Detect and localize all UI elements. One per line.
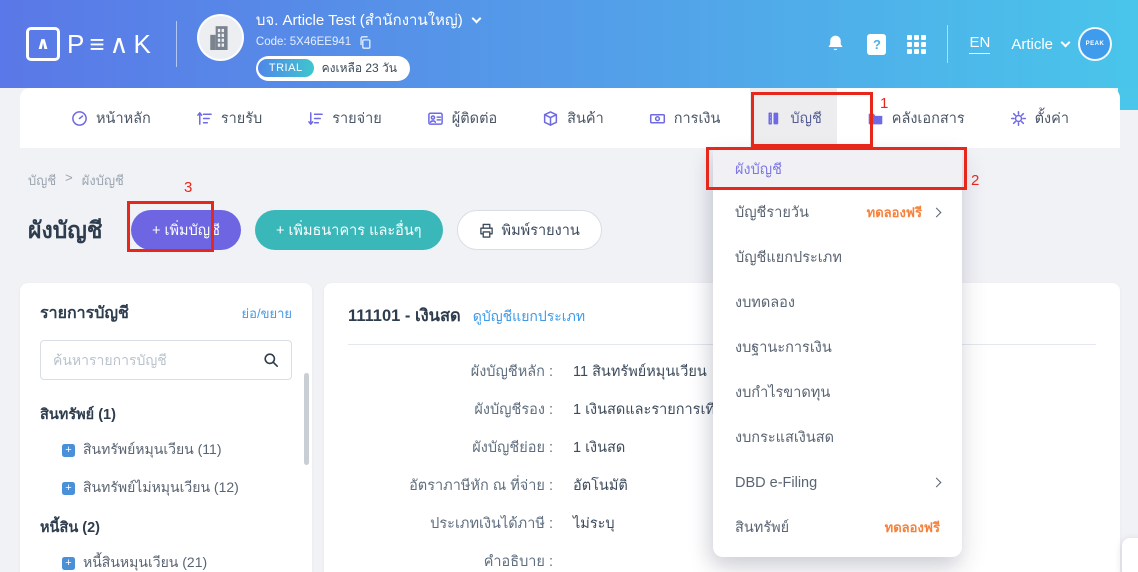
main-nav: หน้าหลัก รายรับ รายจ่าย ผู้ติดต่อ สินค้า… (20, 88, 1120, 148)
account-search-input[interactable] (53, 352, 255, 368)
annotation-number-3: 3 (184, 179, 193, 196)
nav-item-home[interactable]: หน้าหลัก (56, 88, 166, 148)
company-section: บจ. Article Test (สำนักงานใหญ่) Code: 5X… (196, 8, 482, 81)
apps-grid-icon[interactable] (907, 34, 927, 54)
free-trial-badge: ทดลองฟรี (884, 520, 940, 535)
account-search (40, 340, 292, 380)
menu-item-financial-position[interactable]: งบฐานะการเงิน (713, 325, 962, 370)
trial-badge: TRIAL คงเหลือ 23 วัน (255, 55, 410, 81)
header-divider (175, 21, 177, 67)
free-trial-badge: ทดลองฟรี (866, 205, 922, 220)
tree-item-noncurrent-assets[interactable]: สินทรัพย์ไม่หมุนเวียน (12) (40, 469, 292, 507)
tree-item-current-assets[interactable]: สินทรัพย์หมุนเวียน (11) (40, 431, 292, 469)
search-icon[interactable] (263, 352, 279, 368)
contacts-icon (427, 110, 444, 127)
chevron-down-icon (1060, 37, 1071, 48)
menu-item-general-ledger[interactable]: บัญชีแยกประเภท (713, 235, 962, 280)
building-icon (210, 26, 228, 50)
nav-item-products[interactable]: สินค้า (527, 88, 619, 148)
avatar: PEAK (1078, 27, 1112, 61)
trial-days-remaining: คงเหลือ 23 วัน (321, 60, 397, 75)
help-icon[interactable] (867, 33, 887, 55)
printer-icon (479, 223, 493, 238)
language-toggle[interactable]: EN (969, 34, 991, 54)
breadcrumb-separator: > (65, 170, 73, 185)
chevron-right-icon (931, 207, 942, 218)
print-report-button[interactable]: พิมพ์รายงาน (456, 210, 602, 250)
account-list-title: รายการบัญชี (40, 305, 129, 322)
nav-item-expense[interactable]: รายจ่าย (292, 88, 397, 148)
peak-logo-mark-icon: ∧ (26, 27, 60, 61)
nav-item-settings[interactable]: ตั้งค่า (995, 88, 1084, 148)
accounting-dropdown-menu: ผังบัญชี บัญชีรายวัน ทดลองฟรี บัญชีแยกปร… (713, 148, 962, 557)
menu-item-chart-of-accounts[interactable]: ผังบัญชี (713, 148, 962, 190)
header-divider (947, 25, 949, 63)
menu-item-cash-flow[interactable]: งบกระแสเงินสด (713, 415, 962, 460)
page-title: ผังบัญชี (28, 217, 103, 243)
nav-item-income[interactable]: รายรับ (181, 88, 277, 148)
chat-widget[interactable] (1122, 538, 1138, 572)
account-list-panel: รายการบัญชี ย่อ/ขยาย สินทรัพย์ (1) สินทร… (20, 283, 312, 572)
tree-group-liabilities[interactable]: หนี้สิน (2) (40, 507, 292, 544)
chevron-right-icon (931, 477, 942, 488)
breadcrumb: บัญชี > ผังบัญชี (28, 170, 124, 191)
account-detail-title: 111101 - เงินสด (348, 307, 461, 325)
peak-logo[interactable]: ∧ P≡∧K (26, 27, 156, 61)
folder-icon (867, 110, 884, 127)
copy-icon[interactable] (358, 35, 372, 50)
header-corner (1118, 88, 1138, 110)
nav-item-finance[interactable]: การเงิน (634, 88, 736, 148)
chevron-down-icon (471, 13, 482, 23)
company-switcher[interactable]: บจ. Article Test (สำนักงานใหญ่) (255, 8, 482, 32)
account-tree: สินทรัพย์ (1) สินทรัพย์หมุนเวียน (11) สิ… (40, 394, 292, 572)
expand-plus-icon[interactable] (62, 556, 75, 570)
nav-item-contacts[interactable]: ผู้ติดต่อ (412, 88, 512, 148)
user-name: Article (1011, 35, 1053, 53)
menu-item-journal[interactable]: บัญชีรายวัน ทดลองฟรี (713, 190, 962, 235)
banknote-icon (649, 110, 666, 127)
nav-item-accounting[interactable]: บัญชี (750, 88, 837, 148)
expand-plus-icon[interactable] (62, 443, 75, 457)
trial-plan-label: TRIAL (257, 59, 314, 77)
company-name: บจ. Article Test (สำนักงานใหญ่) (255, 11, 463, 29)
menu-item-dbd-efiling[interactable]: DBD e-Filing (713, 460, 962, 505)
dashboard-icon (71, 110, 88, 127)
tree-group-assets[interactable]: สินทรัพย์ (1) (40, 394, 292, 431)
user-menu[interactable]: Article PEAK (1011, 27, 1112, 61)
add-bank-button[interactable]: + เพิ่มธนาคาร และอื่นๆ (254, 210, 443, 250)
menu-item-profit-loss[interactable]: งบกำไรขาดทุน (713, 370, 962, 415)
annotation-number-2: 2 (971, 172, 980, 189)
collapse-expand-link[interactable]: ย่อ/ขยาย (242, 303, 292, 324)
expand-plus-icon[interactable] (62, 481, 75, 495)
breadcrumb-parent[interactable]: บัญชี (28, 170, 56, 191)
scrollbar-thumb[interactable] (304, 373, 309, 465)
product-box-icon (542, 110, 559, 127)
peak-logo-text: P≡∧K (67, 28, 156, 59)
expense-list-icon (307, 110, 324, 127)
breadcrumb-current: ผังบัญชี (81, 173, 124, 188)
ledger-book-icon (765, 110, 782, 127)
company-avatar[interactable] (196, 13, 244, 61)
app-header: ∧ P≡∧K บจ. Article Test (สำนักงานใหญ่) C… (0, 0, 1138, 88)
company-code: Code: 5X46EE941 (255, 36, 352, 48)
nav-item-documents[interactable]: คลังเอกสาร (852, 88, 980, 148)
tree-item-current-liabilities[interactable]: หนี้สินหมุนเวียน (21) (40, 544, 292, 572)
view-ledger-link[interactable]: ดูบัญชีแยกประเภท (473, 306, 585, 328)
menu-item-fixed-assets[interactable]: สินทรัพย์ ทดลองฟรี (713, 505, 962, 550)
bell-icon[interactable] (825, 33, 846, 55)
menu-item-trial-balance[interactable]: งบทดลอง (713, 280, 962, 325)
add-account-button[interactable]: + เพิ่มบัญชี (131, 210, 241, 250)
income-list-icon (196, 110, 213, 127)
gear-icon (1010, 110, 1027, 127)
